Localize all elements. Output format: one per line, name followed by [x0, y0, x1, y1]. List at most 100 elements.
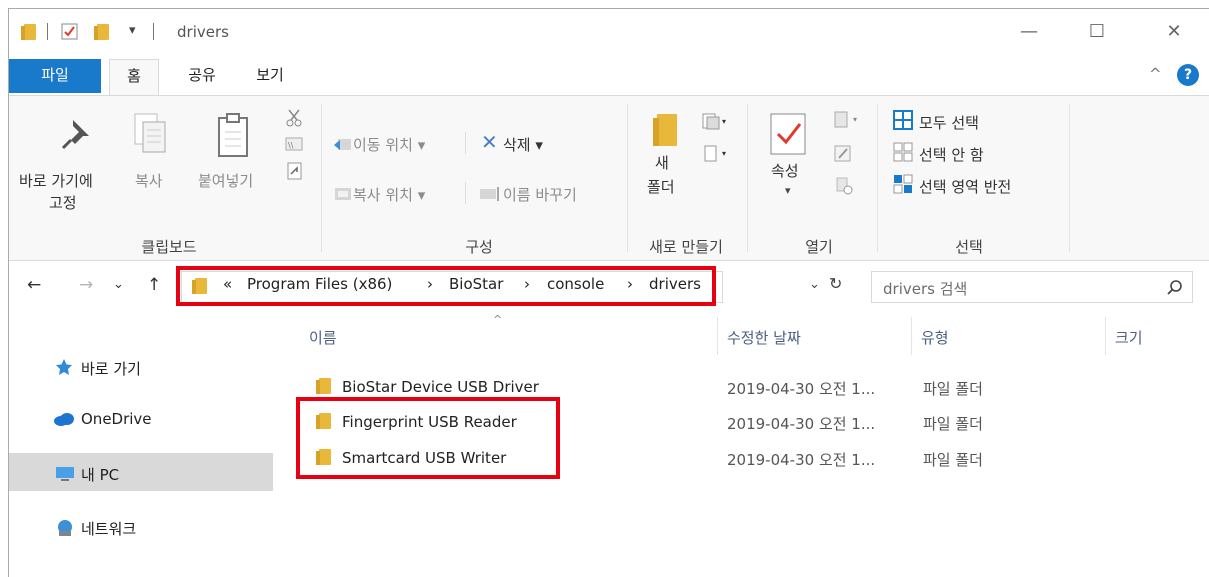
- delete-button[interactable]: 삭제 ▾: [503, 134, 543, 155]
- file-date: 2019-04-30 오전 1...: [727, 380, 876, 398]
- open-icon[interactable]: ▾: [833, 110, 863, 130]
- new-folder-qat-icon[interactable]: [94, 24, 109, 40]
- easy-access-icon[interactable]: ▾: [701, 144, 729, 164]
- pin-quick-access-label[interactable]: 바로 가기에: [19, 170, 93, 191]
- file-row[interactable]: BioStar Device USB Driver 2019-04-30 오전 …: [299, 373, 1019, 399]
- paste-button[interactable]: 붙여넣기: [198, 170, 253, 191]
- nav-label: 내 PC: [81, 466, 120, 484]
- cloud-icon: [54, 413, 74, 426]
- paste-icon: [218, 113, 248, 157]
- address-row: ← → ⌄ ↑ « Program Files (x86) › BioStar …: [9, 266, 1209, 306]
- invert-selection-button[interactable]: 선택 영역 반전: [919, 176, 1011, 197]
- select-none-icon: [893, 142, 913, 162]
- column-header-name[interactable]: 이름: [309, 327, 337, 348]
- paste-shortcut-icon[interactable]: [287, 162, 303, 180]
- group-separator: [877, 104, 878, 252]
- search-icon[interactable]: [1167, 280, 1183, 296]
- pin-quick-access-label-2[interactable]: 고정: [49, 192, 77, 213]
- nav-item-network[interactable]: 네트워크: [9, 507, 273, 545]
- address-highlight-box: [176, 266, 716, 306]
- nav-item-quick-access[interactable]: 바로 가기: [9, 347, 273, 385]
- nav-label: OneDrive: [81, 410, 152, 428]
- properties-button[interactable]: 속성: [771, 160, 799, 181]
- folder-icon: [21, 24, 36, 40]
- nav-item-onedrive[interactable]: OneDrive: [9, 399, 273, 437]
- help-icon[interactable]: ?: [1177, 64, 1199, 86]
- minimize-button[interactable]: —: [1014, 21, 1044, 43]
- properties-checkbox-icon[interactable]: [61, 23, 79, 41]
- files-highlight-box: [296, 397, 560, 479]
- collapse-ribbon-icon[interactable]: ^: [1149, 65, 1162, 83]
- file-type: 파일 폴더: [923, 415, 983, 433]
- copy-icon: [134, 113, 166, 153]
- organize-divider-2: [465, 182, 466, 204]
- svg-text:\\: \\: [288, 141, 294, 150]
- forward-button[interactable]: →: [79, 275, 93, 295]
- nav-item-this-pc[interactable]: 내 PC: [9, 453, 273, 491]
- new-folder-label-2[interactable]: 폴더: [647, 176, 675, 197]
- column-header-type[interactable]: 유형: [921, 327, 949, 348]
- group-separator: [1069, 104, 1070, 252]
- column-separator[interactable]: [717, 317, 718, 355]
- up-button[interactable]: ↑: [147, 275, 161, 295]
- history-icon[interactable]: [835, 176, 855, 196]
- refresh-icon[interactable]: ↻: [829, 274, 842, 293]
- recent-locations-button[interactable]: ⌄: [113, 277, 124, 292]
- pin-icon: [61, 120, 89, 150]
- tab-share[interactable]: 공유: [177, 59, 227, 93]
- properties-dropdown-icon[interactable]: ▾: [785, 184, 791, 197]
- new-item-icon[interactable]: ▾: [701, 112, 729, 132]
- new-folder-icon: [653, 114, 677, 146]
- copy-to-button[interactable]: 복사 위치 ▾: [353, 184, 425, 205]
- address-dropdown-icon[interactable]: ⌄: [809, 277, 820, 292]
- edit-icon[interactable]: [833, 144, 853, 164]
- copy-path-icon[interactable]: \\: [285, 136, 303, 152]
- column-separator[interactable]: [911, 317, 912, 355]
- folder-icon: [316, 378, 331, 394]
- close-button[interactable]: ✕: [1159, 21, 1189, 43]
- column-separator[interactable]: [1105, 317, 1106, 355]
- group-separator: [627, 104, 628, 252]
- column-header-date[interactable]: 수정한 날짜: [727, 327, 801, 348]
- explorer-window: ▾ drivers — ☐ ✕ 파일 홈 공유 보기 ^ ? 바로 가기에 고정…: [8, 8, 1209, 577]
- column-header-size[interactable]: 크기: [1115, 327, 1143, 348]
- window-title: drivers: [177, 23, 229, 41]
- maximize-button[interactable]: ☐: [1082, 21, 1112, 43]
- ribbon-tabs: 파일 홈 공유 보기 ^ ?: [9, 59, 1209, 95]
- group-separator: [321, 104, 322, 252]
- organize-divider: [465, 132, 466, 154]
- tab-home[interactable]: 홈: [109, 59, 159, 95]
- copy-button[interactable]: 복사: [135, 170, 163, 191]
- computer-icon: [56, 467, 74, 481]
- rename-button[interactable]: 이름 바꾸기: [503, 184, 577, 205]
- svg-text:▾: ▾: [853, 115, 857, 124]
- select-none-button[interactable]: 선택 안 함: [919, 144, 984, 165]
- sort-indicator-icon: ^: [493, 313, 503, 326]
- qat-dropdown-icon[interactable]: ▾: [129, 23, 136, 38]
- clipboard-group-label: 클립보드: [141, 238, 197, 256]
- move-to-button[interactable]: 이동 위치 ▾: [353, 134, 425, 155]
- star-icon: [56, 359, 72, 375]
- back-button[interactable]: ←: [27, 275, 41, 295]
- new-group-label: 새로 만들기: [649, 238, 723, 256]
- tab-view[interactable]: 보기: [245, 59, 295, 93]
- select-group-label: 선택: [955, 238, 983, 256]
- rename-icon: [480, 187, 499, 201]
- select-all-button[interactable]: 모두 선택: [919, 112, 979, 133]
- invert-selection-icon: [893, 174, 913, 194]
- organize-group-label: 구성: [465, 238, 493, 256]
- title-separator: [153, 23, 154, 40]
- file-date: 2019-04-30 오전 1...: [727, 415, 876, 433]
- file-type: 파일 폴더: [923, 380, 983, 398]
- qat-separator: [47, 23, 48, 40]
- cut-icon[interactable]: [285, 108, 303, 128]
- tab-file[interactable]: 파일: [9, 59, 101, 93]
- search-input[interactable]: drivers 검색: [883, 278, 967, 299]
- select-all-icon: [893, 110, 913, 130]
- new-folder-label[interactable]: 새: [655, 152, 669, 173]
- svg-text:▾: ▾: [722, 149, 726, 158]
- nav-label: 네트워크: [81, 520, 137, 538]
- title-bar: ▾ drivers — ☐ ✕: [9, 9, 1209, 53]
- network-icon: [58, 520, 72, 536]
- nav-label: 바로 가기: [81, 360, 141, 378]
